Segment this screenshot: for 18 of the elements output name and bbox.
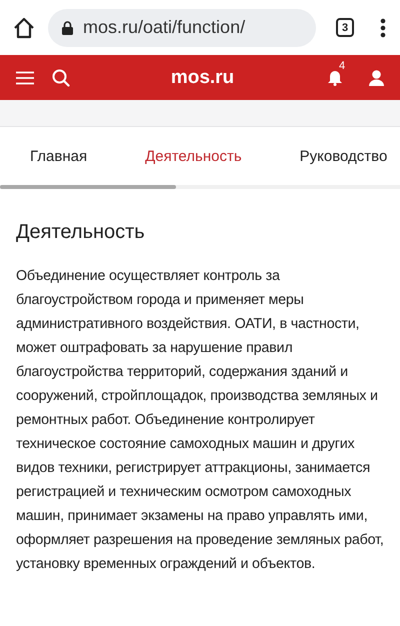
tab-count[interactable]: 3 bbox=[336, 18, 354, 37]
url-text: mos.ru/oati/function/ bbox=[83, 17, 246, 38]
search-icon[interactable] bbox=[52, 68, 70, 86]
body-paragraph: Объединение осуществляет контроль за благоустройством города и применяет меры административного воздействия. ОАТИ, в частности, может оштрафовать за нарушение правил благоустройства территорий, содержания зданий и сооружений, стройплощадок, производства земляных и ремонтных работ. Объединение контролирует техническое состояние самоходных машин и других видов техники, регистрирует аттракционы, занимается регистрацией и техническим осмотром самоходных машин, принимает экзамены на право управлять ими, оформляет разрешения на проведение земляных работ, установку временных ограждений и объектов. bbox=[16, 267, 385, 574]
nav-tab[interactable]: Главная bbox=[30, 148, 88, 164]
scrollbar[interactable] bbox=[0, 185, 176, 189]
lock-icon bbox=[62, 20, 73, 34]
notification-count: 4 bbox=[339, 60, 346, 72]
page-heading: Деятельность bbox=[16, 221, 146, 244]
menu-icon[interactable] bbox=[16, 70, 34, 84]
nav-tab[interactable]: Деятельность bbox=[145, 148, 242, 164]
address-bar[interactable]: mos.ru/oati/function/ bbox=[48, 8, 316, 46]
more-icon[interactable] bbox=[380, 18, 386, 38]
bell-icon[interactable] bbox=[327, 69, 343, 86]
nav-tab[interactable]: Руководство bbox=[300, 148, 388, 164]
site-logo[interactable]: mos.ru bbox=[96, 66, 309, 88]
home-icon[interactable] bbox=[12, 16, 36, 38]
user-icon[interactable] bbox=[369, 70, 384, 86]
